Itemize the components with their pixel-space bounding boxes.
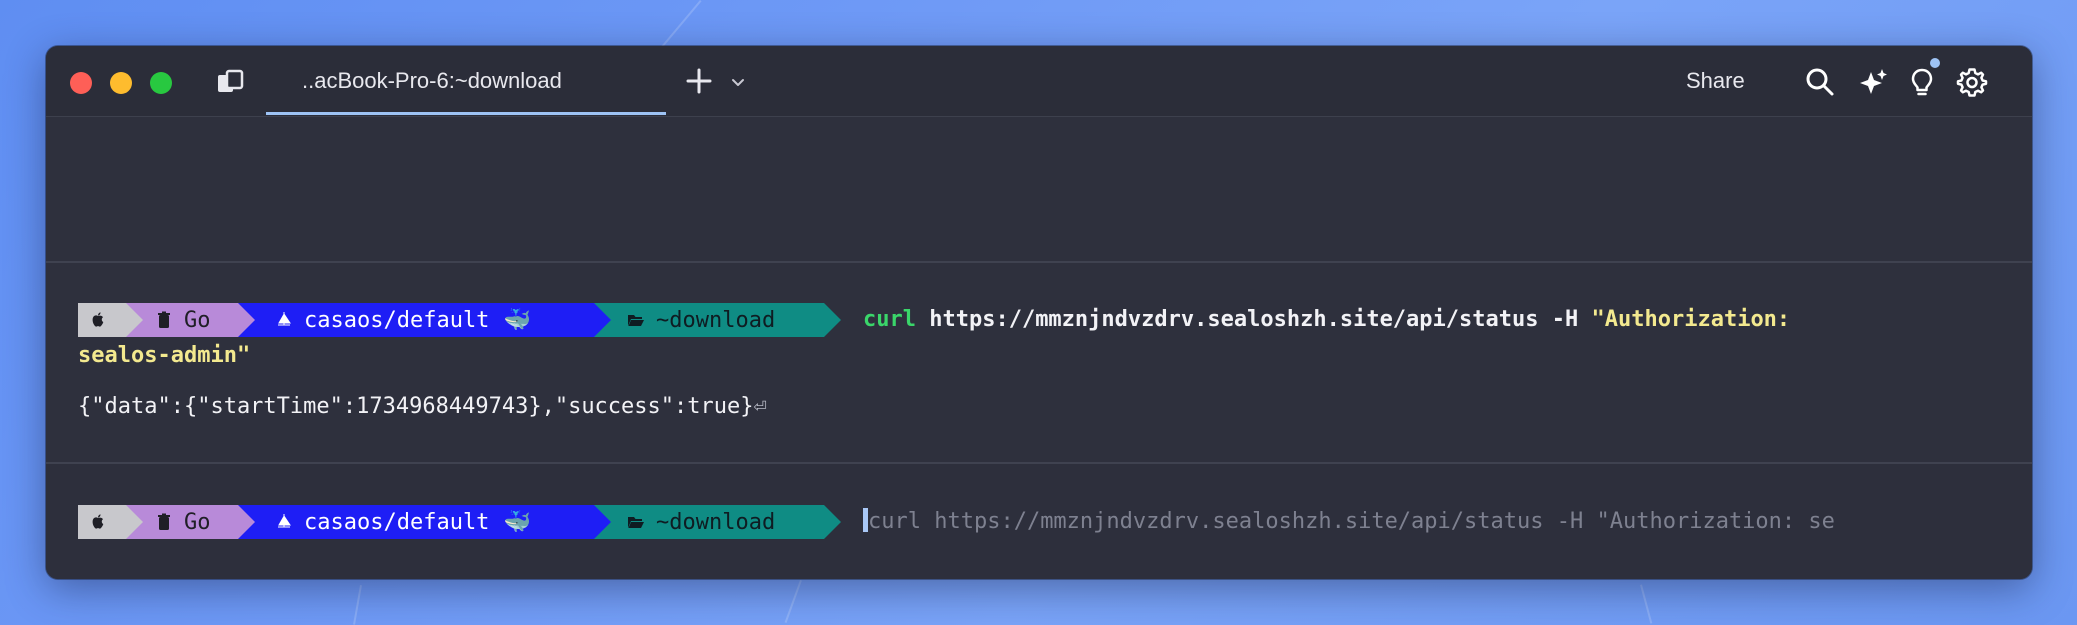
prompt-segment-dir: ~download xyxy=(594,505,841,539)
command-input[interactable]: curl https://mmznjndvzdrv.sealoshzh.site… xyxy=(863,505,1835,539)
segment-separator xyxy=(126,505,143,539)
segment-separator xyxy=(594,505,611,539)
background-streak xyxy=(1640,584,1653,624)
close-window-button[interactable] xyxy=(70,72,92,94)
tab-active-indicator xyxy=(266,112,666,115)
autosuggestion: url https://mmznjndvzdrv.sealoshzh.site/… xyxy=(881,509,1835,534)
prompt: Go casaos/default 🐳 ~download xyxy=(78,303,841,337)
terminal-window: ..acBook-Pro-6:~download Share Go casaos… xyxy=(46,46,2032,579)
whale-icon: 🐳 xyxy=(503,307,531,333)
title-bar: ..acBook-Pro-6:~download Share xyxy=(46,46,2032,117)
prompt-dir: ~download xyxy=(656,509,776,535)
trash-icon xyxy=(158,311,170,328)
new-tab-button[interactable] xyxy=(682,64,716,98)
helm-icon xyxy=(278,514,291,528)
segment-separator xyxy=(126,303,143,337)
prompt-go-label: Go xyxy=(184,307,211,333)
minimize-window-button[interactable] xyxy=(110,72,132,94)
command-string: "Authorization: xyxy=(1591,307,1791,332)
zoom-window-button[interactable] xyxy=(150,72,172,94)
autosuggest-first-char: c xyxy=(868,509,882,534)
prompt-segment-dir: ~download xyxy=(594,303,841,337)
prompt-dir: ~download xyxy=(656,307,776,333)
command-args: https://mmznjndvzdrv.sealoshzh.site/api/… xyxy=(915,307,1592,332)
search-icon[interactable] xyxy=(1804,66,1836,98)
prompt: Go casaos/default 🐳 ~download xyxy=(78,505,841,539)
block-divider xyxy=(46,462,2032,464)
panels-icon[interactable] xyxy=(216,69,246,95)
chevron-down-icon[interactable] xyxy=(728,72,748,92)
prompt-segment-kube: casaos/default 🐳 xyxy=(238,303,611,337)
share-button[interactable]: Share xyxy=(1686,64,1745,98)
command-output: {"data":{"startTime":1734968449743},"suc… xyxy=(78,390,767,424)
output-text: {"data":{"startTime":1734968449743},"suc… xyxy=(78,394,754,419)
background-streak xyxy=(784,580,802,623)
command-string: sealos-admin" xyxy=(78,343,251,368)
segment-separator xyxy=(238,505,255,539)
return-icon: ⏎ xyxy=(753,394,767,419)
prompt-go-label: Go xyxy=(184,509,211,535)
prompt-segment-kube: casaos/default 🐳 xyxy=(238,505,611,539)
background-streak xyxy=(353,585,362,625)
helm-icon xyxy=(278,312,291,326)
segment-separator xyxy=(594,303,611,337)
command-line-wrap[interactable]: sealos-admin" xyxy=(78,339,250,373)
folder-open-icon xyxy=(628,315,644,326)
whale-icon: 🐳 xyxy=(503,509,531,535)
block-divider xyxy=(46,261,2032,263)
background-streak xyxy=(661,0,702,48)
trash-icon xyxy=(158,513,170,530)
apple-icon xyxy=(92,514,104,529)
sparkle-icon[interactable] xyxy=(1857,66,1889,98)
apple-icon xyxy=(92,312,104,327)
notification-dot xyxy=(1930,58,1940,68)
folder-open-icon xyxy=(628,517,644,528)
segment-separator xyxy=(824,303,841,337)
tab-active[interactable]: ..acBook-Pro-6:~download xyxy=(266,46,666,116)
lightbulb-icon[interactable] xyxy=(1906,66,1938,98)
command-line[interactable]: curl https://mmznjndvzdrv.sealoshzh.site… xyxy=(863,303,1790,337)
text-cursor xyxy=(863,508,868,532)
command-keyword: curl xyxy=(863,307,916,332)
prompt-segment-os xyxy=(78,303,143,337)
plus-icon xyxy=(686,68,712,94)
segment-separator xyxy=(238,303,255,337)
tab-title: ..acBook-Pro-6:~download xyxy=(302,68,562,93)
segment-separator xyxy=(824,505,841,539)
prompt-kube-context: casaos/default xyxy=(304,509,490,535)
gear-icon[interactable] xyxy=(1956,66,1988,98)
prompt-segment-os xyxy=(78,505,143,539)
prompt-kube-context: casaos/default xyxy=(304,307,490,333)
